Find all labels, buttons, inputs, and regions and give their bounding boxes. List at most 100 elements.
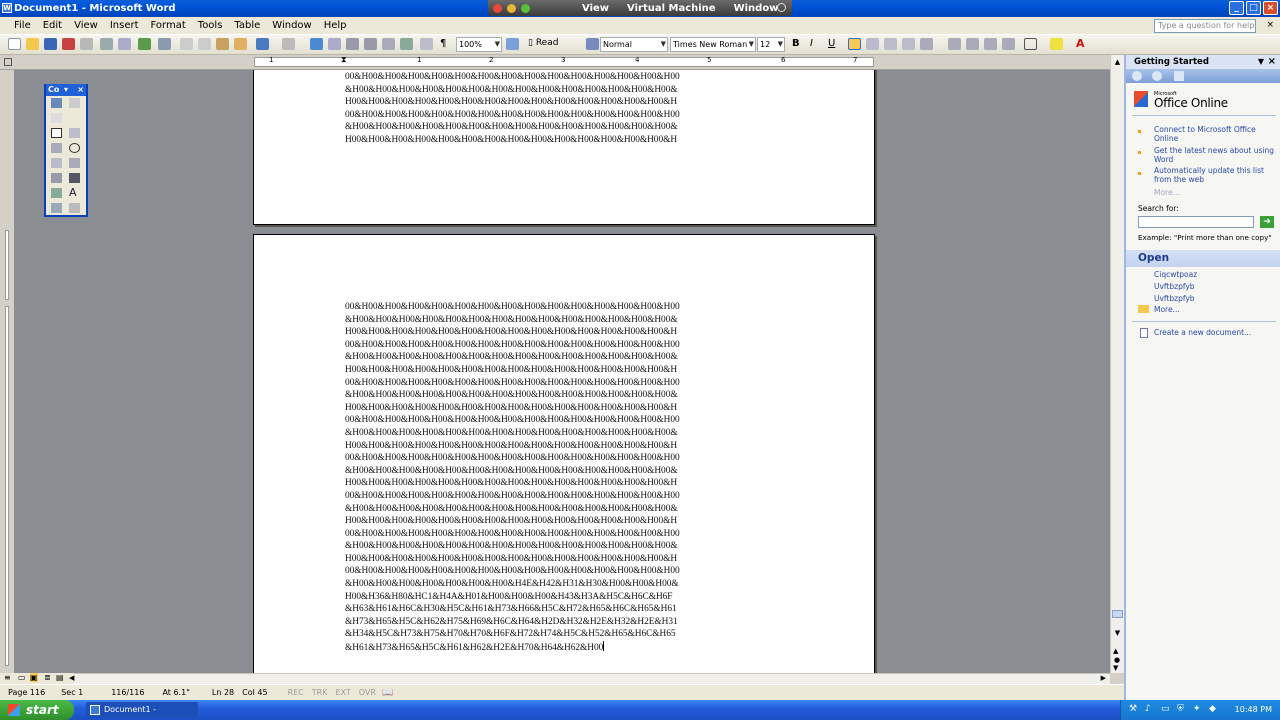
numbering-icon[interactable] <box>948 38 961 50</box>
underline-icon[interactable]: U <box>828 38 841 50</box>
hyperlink-icon[interactable] <box>310 38 323 50</box>
host-menu-view[interactable]: View <box>582 3 609 14</box>
next-page-icon[interactable]: ▼ <box>1113 664 1118 672</box>
menu-table[interactable]: Table <box>228 20 266 31</box>
prev-page-icon[interactable]: ▲ <box>1113 647 1118 655</box>
indent-marker-icon[interactable]: ⧗ <box>341 55 347 65</box>
font-color-icon[interactable]: A <box>1076 38 1089 50</box>
save-icon[interactable] <box>44 38 57 50</box>
menu-file[interactable]: File <box>8 20 37 31</box>
host-menu-window[interactable]: Window <box>734 3 779 14</box>
bold-icon[interactable]: B <box>792 38 805 50</box>
page-116-text[interactable]: 00&H00&H00&H00&H00&H00&H00&H00&H00&H00&H… <box>345 301 680 655</box>
drawing-icon[interactable] <box>400 38 413 50</box>
text-line[interactable]: 00&H00&H00&H00&H00&H00&H00&H00&H00&H00&H… <box>345 490 680 503</box>
page-115[interactable]: 00&H00&H00&H00&H00&H00&H00&H00&H00&H00&H… <box>253 70 875 225</box>
checkbox-control-icon[interactable] <box>51 128 62 138</box>
close-document-icon[interactable]: × <box>1266 20 1274 30</box>
text-line[interactable]: 00&H00&H00&H00&H00&H00&H00&H00&H00&H00&H… <box>345 301 680 314</box>
outline-view-icon[interactable]: ≣ <box>44 673 51 682</box>
connection-icon[interactable]: ▭ <box>1161 704 1170 714</box>
select-browse-object-icon[interactable]: ● <box>1114 656 1120 664</box>
recent-file-1[interactable]: Ciqcwtpoaz <box>1154 270 1279 279</box>
close-icon[interactable]: × <box>77 84 84 96</box>
increase-indent-icon[interactable] <box>1002 38 1015 50</box>
print-preview-icon[interactable] <box>118 38 131 50</box>
taskbar-word-button[interactable]: Document1 - Microsof... <box>86 702 198 718</box>
minimize-button[interactable]: _ <box>1229 1 1244 15</box>
word-app-icon[interactable]: W <box>2 3 12 13</box>
design-mode-icon[interactable] <box>51 98 62 108</box>
menu-edit[interactable]: Edit <box>37 20 68 31</box>
columns-icon[interactable] <box>382 38 395 50</box>
button-control-icon[interactable] <box>51 143 62 153</box>
radio-control-icon[interactable] <box>69 143 80 153</box>
text-line[interactable]: &H63&H61&H6C&H30&H5C&H61&H73&H66&H5C&H72… <box>345 603 680 616</box>
maximize-button[interactable]: □ <box>1246 1 1261 15</box>
align-left-icon[interactable] <box>848 38 861 50</box>
document-area[interactable]: 00&H00&H00&H00&H00&H00&H00&H00&H00&H00&H… <box>14 70 1110 673</box>
zoom-dot-icon[interactable] <box>521 3 530 13</box>
zoom-select[interactable]: 100% ▼ <box>456 37 502 52</box>
open-more-link[interactable]: More... <box>1154 305 1279 314</box>
copy-icon[interactable] <box>198 38 211 50</box>
text-line[interactable]: H00&H00&H00&H00&H00&H00&H00&H00&H00&H00&… <box>345 440 680 453</box>
close-button[interactable]: × <box>1263 1 1278 15</box>
text-line[interactable]: &H73&H65&H5C&H62&H75&H69&H6C&H64&H2D&H32… <box>345 616 680 629</box>
text-line[interactable]: 00&H00&H00&H00&H00&H00&H00&H00&H00&H00&H… <box>345 565 680 578</box>
page-115-text[interactable]: 00&H00&H00&H00&H00&H00&H00&H00&H00&H00&H… <box>345 71 680 147</box>
text-line[interactable]: &H00&H00&H00&H00&H00&H00&H00&H00&H00&H00… <box>345 351 680 364</box>
print-icon[interactable] <box>100 38 113 50</box>
status-trk[interactable]: TRK <box>312 688 328 697</box>
justify-icon[interactable] <box>902 38 915 50</box>
text-line[interactable]: &H00&H00&H00&H00&H00&H00&H00&H00&H00&H00… <box>345 389 680 402</box>
text-line[interactable]: &H00&H00&H00&H00&H00&H00&H00&H00&H00&H00… <box>345 465 680 478</box>
web-view-icon[interactable]: ▭ <box>18 673 26 682</box>
link-news[interactable]: Get the latest news about using Word <box>1154 146 1279 164</box>
text-line[interactable]: &H00&H00&H00&H00&H00&H00&H00&H4E&H42&H31… <box>345 578 680 591</box>
update-icon[interactable]: ✦ <box>1193 704 1201 714</box>
text-line[interactable]: &H00&H00&H00&H00&H00&H00&H00&H00&H00&H00… <box>345 121 680 134</box>
highlight-icon[interactable] <box>1050 38 1063 50</box>
horizontal-ruler[interactable]: 1 1 2 3 4 5 6 7 ⧗ <box>0 55 1112 70</box>
redo-icon[interactable] <box>282 38 295 50</box>
text-line[interactable]: 00&H00&H00&H00&H00&H00&H00&H00&H00&H00&H… <box>345 452 680 465</box>
status-ovr[interactable]: OVR <box>359 688 376 697</box>
combobox-control-icon[interactable] <box>69 158 80 168</box>
text-line[interactable]: &H00&H00&H00&H00&H00&H00&H00&H00&H00&H00… <box>345 503 680 516</box>
link-connect[interactable]: Connect to Microsoft Office Online <box>1154 125 1279 143</box>
text-line[interactable]: H00&H00&H00&H00&H00&H00&H00&H00&H00&H00&… <box>345 553 680 566</box>
text-line[interactable]: &H34&H5C&H73&H75&H70&H70&H6F&H72&H74&H5C… <box>345 628 680 641</box>
home-icon[interactable] <box>1174 71 1184 81</box>
decrease-indent-icon[interactable] <box>984 38 997 50</box>
menu-view[interactable]: View <box>68 20 104 31</box>
text-line[interactable]: H00&H36&H80&HC1&H4A&H01&H00&H00&H00&H43&… <box>345 591 680 604</box>
menu-insert[interactable]: Insert <box>104 20 145 31</box>
textbox-control-icon[interactable] <box>69 128 80 138</box>
bullets-icon[interactable] <box>966 38 979 50</box>
paste-icon[interactable] <box>216 38 229 50</box>
italic-icon[interactable]: I <box>810 38 823 50</box>
create-new-document-link[interactable]: Create a new document... <box>1154 328 1279 337</box>
research-icon[interactable] <box>158 38 171 50</box>
status-ext[interactable]: EXT <box>335 688 350 697</box>
network-icon[interactable]: ⚒ <box>1129 704 1137 714</box>
new-document-icon[interactable] <box>8 38 21 50</box>
recent-file-3[interactable]: Uvftbzpfyb <box>1154 294 1279 303</box>
text-line[interactable]: H00&H00&H00&H00&H00&H00&H00&H00&H00&H00&… <box>345 515 680 528</box>
border-icon[interactable] <box>1024 38 1037 50</box>
forward-icon[interactable] <box>1152 71 1162 81</box>
link-more-online[interactable]: More... <box>1154 188 1279 197</box>
style-select[interactable]: Normal ▼ <box>600 37 668 52</box>
chevron-down-icon[interactable]: ▾ <box>64 84 68 96</box>
horizontal-scrollbar[interactable]: ◀ ▶ <box>69 673 1110 684</box>
search-go-button[interactable]: ➔ <box>1260 216 1274 228</box>
safely-remove-icon[interactable]: ◆ <box>1209 704 1216 714</box>
label-control-icon[interactable]: A <box>69 187 80 198</box>
text-line[interactable]: H00&H00&H00&H00&H00&H00&H00&H00&H00&H00&… <box>345 96 680 109</box>
link-update[interactable]: Automatically update this list from the … <box>1154 166 1279 184</box>
text-line[interactable]: &H00&H00&H00&H00&H00&H00&H00&H00&H00&H00… <box>345 540 680 553</box>
align-right-icon[interactable] <box>884 38 897 50</box>
menu-window[interactable]: Window <box>266 20 317 31</box>
scroll-down-icon[interactable]: ▼ <box>1112 629 1123 639</box>
